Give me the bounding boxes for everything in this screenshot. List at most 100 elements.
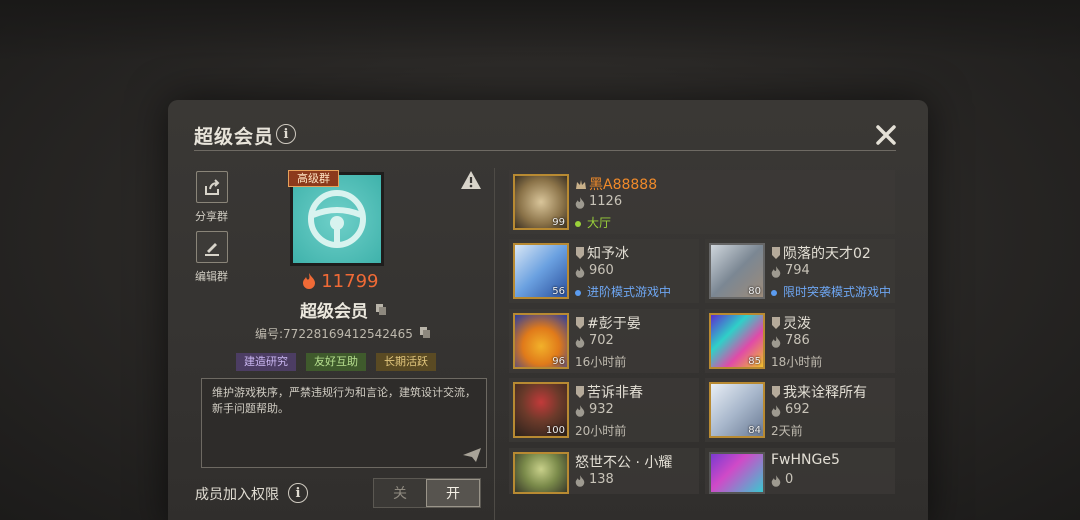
- member-status: 16小时前: [575, 355, 627, 369]
- avatar: 96: [513, 313, 569, 369]
- status-dot: [771, 289, 777, 296]
- avatar: 80: [709, 243, 765, 299]
- member-points: 0: [785, 472, 794, 487]
- edit-group-button[interactable]: [196, 231, 228, 263]
- flame-icon: [771, 475, 781, 487]
- member-name: #彭于晏: [587, 316, 641, 332]
- avatar: 56: [513, 243, 569, 299]
- avatar: 100: [513, 382, 569, 438]
- pencil-icon: [205, 243, 219, 256]
- flame-icon: [575, 405, 585, 417]
- copy-id-icon[interactable]: [419, 326, 431, 338]
- crown-icon: [576, 180, 586, 189]
- member-level: 99: [552, 217, 565, 228]
- member-card[interactable]: 100 苦诉非春 932 20小时前: [509, 378, 699, 442]
- close-icon[interactable]: [874, 123, 898, 147]
- member-status: 20小时前: [575, 424, 627, 438]
- member-level: 96: [552, 356, 565, 367]
- toggle-on-option[interactable]: 开: [426, 479, 480, 507]
- avatar: 84: [709, 382, 765, 438]
- member-card[interactable]: 56 知予冰 960 进阶模式游戏中: [509, 239, 699, 303]
- member-points: 692: [785, 402, 810, 417]
- avatar: [709, 452, 765, 494]
- group-tag: 建造研究: [236, 353, 296, 371]
- copy-name-icon[interactable]: [375, 303, 387, 315]
- flame-icon: [771, 336, 781, 348]
- medal-icon: [576, 317, 584, 329]
- member-name: 我来诠释所有: [783, 385, 867, 401]
- flame-icon: [302, 273, 315, 289]
- member-points: 702: [589, 333, 614, 348]
- member-card[interactable]: 96 #彭于晏 702 16小时前: [509, 309, 699, 373]
- member-level: 84: [748, 425, 761, 436]
- avatar: 99: [513, 174, 569, 230]
- join-permission-toggle[interactable]: 关 开: [373, 478, 481, 508]
- member-status: 2天前: [771, 424, 803, 438]
- share-group-button[interactable]: [196, 171, 228, 203]
- member-points: 786: [785, 333, 810, 348]
- member-name: 怒世不公 · 小耀: [575, 455, 673, 471]
- medal-icon: [772, 247, 780, 259]
- member-card[interactable]: 怒世不公 · 小耀 138: [509, 448, 699, 494]
- member-name: 黑A88888: [589, 177, 658, 193]
- share-icon: [205, 179, 220, 195]
- toggle-off-option[interactable]: 关: [374, 479, 426, 507]
- send-icon[interactable]: [462, 447, 482, 463]
- status-dot: [575, 220, 581, 227]
- member-name: 苦诉非春: [587, 385, 643, 401]
- member-card[interactable]: 99 黑A88888 1126 大厅: [509, 170, 895, 234]
- member-points: 932: [589, 402, 614, 417]
- medal-icon: [772, 386, 780, 398]
- member-status: 18小时前: [771, 355, 823, 369]
- medal-icon: [576, 386, 584, 398]
- member-card[interactable]: 85 灵泼 786 18小时前: [705, 309, 895, 373]
- header-divider: [194, 150, 896, 151]
- member-status-text: 进阶模式游戏中: [587, 285, 672, 299]
- group-tag: 长期活跃: [376, 353, 436, 371]
- group-description-text: 维护游戏秩序，严禁违规行为和言论，建筑设计交流，新手问题帮助。: [212, 386, 476, 415]
- group-id: 编号:77228169412542465: [255, 327, 413, 341]
- medal-icon: [576, 247, 584, 259]
- warning-icon[interactable]: [460, 170, 482, 190]
- group-score-value: 11799: [321, 271, 379, 292]
- flame-icon: [771, 266, 781, 278]
- member-status-text: 限时突袭模式游戏中: [783, 285, 892, 299]
- member-name: 陨落的天才02: [783, 246, 871, 262]
- member-card[interactable]: FwHNGe5 0: [705, 448, 895, 494]
- flame-icon: [575, 475, 585, 487]
- info-icon[interactable]: i: [288, 483, 308, 503]
- flame-icon: [575, 336, 585, 348]
- member-name: 知予冰: [587, 246, 629, 262]
- member-points: 794: [785, 263, 810, 278]
- steering-wheel-icon: [308, 190, 366, 248]
- dialog-title: 超级会员: [194, 126, 275, 148]
- member-status: 大厅: [575, 214, 611, 231]
- member-level: 85: [748, 356, 761, 367]
- status-dot: [575, 289, 581, 296]
- info-icon[interactable]: i: [276, 124, 296, 144]
- avatar: 85: [709, 313, 765, 369]
- group-description-input[interactable]: 维护游戏秩序，严禁违规行为和言论，建筑设计交流，新手问题帮助。: [201, 378, 487, 468]
- flame-icon: [575, 197, 585, 209]
- member-points: 138: [589, 472, 614, 487]
- medal-icon: [772, 317, 780, 329]
- member-card[interactable]: 80 陨落的天才02 794 限时突袭模式游戏中: [705, 239, 895, 303]
- member-level: 100: [545, 425, 565, 436]
- group-rank-badge: 高级群: [288, 170, 339, 187]
- join-permission-label: 成员加入权限: [195, 487, 279, 503]
- background-top: [0, 0, 1080, 60]
- edit-group-label: 编辑群: [195, 270, 228, 283]
- column-divider: [494, 168, 495, 520]
- member-points: 1126: [589, 194, 623, 209]
- share-group-label: 分享群: [195, 210, 228, 223]
- member-status: 限时突袭模式游戏中: [771, 283, 891, 300]
- member-card[interactable]: 84 我来诠释所有 692 2天前: [705, 378, 895, 442]
- group-name: 超级会员: [300, 302, 368, 322]
- member-name: 灵泼: [783, 316, 811, 332]
- member-status-text: 大厅: [587, 216, 612, 230]
- member-points: 960: [589, 263, 614, 278]
- avatar: [513, 452, 569, 494]
- member-level: 80: [748, 286, 761, 297]
- group-tag: 友好互助: [306, 353, 366, 371]
- member-name: FwHNGe5: [771, 452, 840, 468]
